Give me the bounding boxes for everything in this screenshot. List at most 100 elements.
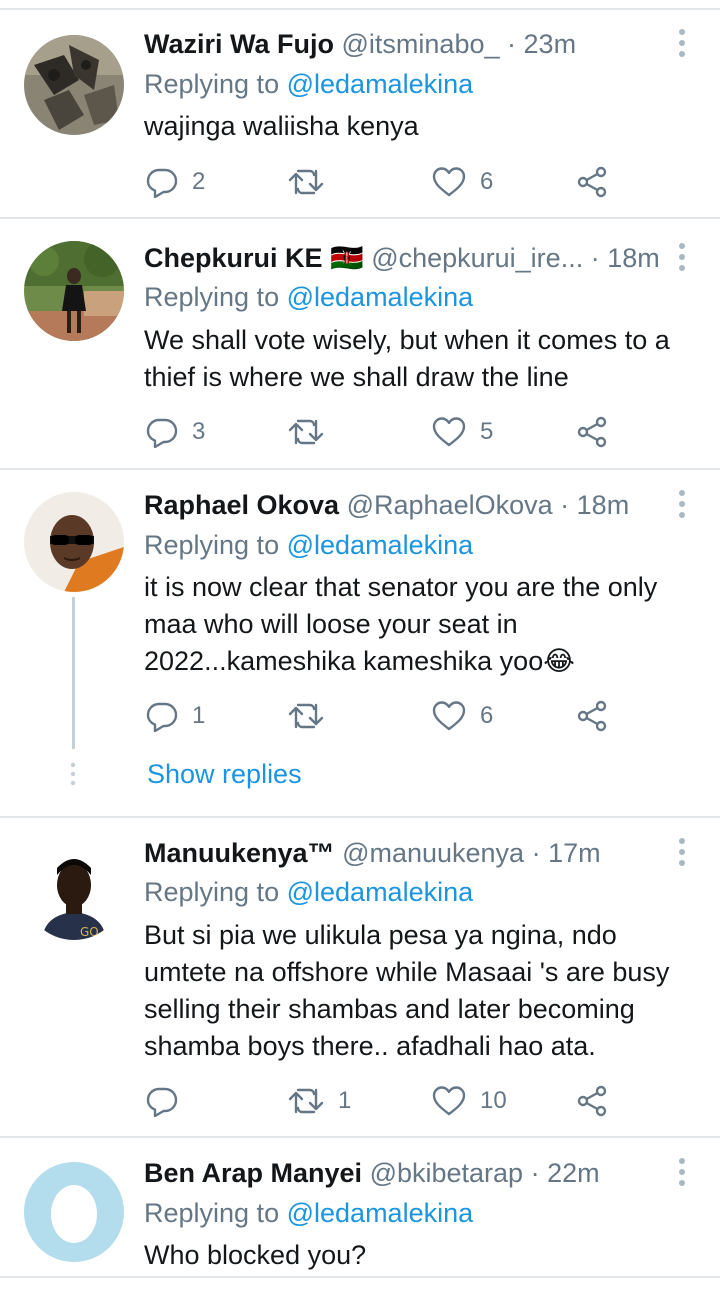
heart-icon xyxy=(432,1085,466,1117)
more-vertical-icon[interactable] xyxy=(670,238,694,278)
user-handle[interactable]: @itsminabo_ xyxy=(342,29,500,59)
user-handle[interactable]: @chepkurui_ire... xyxy=(371,243,583,273)
share-icon xyxy=(577,1085,607,1117)
retweet-icon xyxy=(288,1085,324,1117)
share-icon xyxy=(577,700,607,732)
mention-link[interactable]: @ledamalekina xyxy=(287,282,474,312)
show-replies-link[interactable]: Show replies xyxy=(147,756,302,792)
reply-icon xyxy=(146,166,178,198)
tweet-card[interactable]: GO Manuukenya™ @manuukenya · 17m Replyin… xyxy=(0,818,720,1136)
retweet-button[interactable]: 1 xyxy=(288,1081,351,1121)
share-button[interactable] xyxy=(577,696,607,736)
display-name[interactable]: Raphael Okova xyxy=(144,490,339,520)
tweet-actions: 1 6 xyxy=(0,696,720,736)
heart-icon xyxy=(432,166,466,198)
separator-dot: · xyxy=(530,1158,540,1188)
mention-link[interactable]: @ledamalekina xyxy=(287,1198,474,1228)
like-count: 6 xyxy=(480,702,494,729)
more-vertical-icon[interactable] xyxy=(670,833,694,873)
avatar[interactable]: GO xyxy=(24,840,124,940)
like-button[interactable]: 10 xyxy=(432,1081,507,1121)
tweet-text: wajinga waliisha kenya xyxy=(144,111,419,141)
retweet-icon xyxy=(288,416,324,448)
avatar-image: GO xyxy=(24,840,124,940)
reply-count: 2 xyxy=(192,168,206,195)
avatar-image xyxy=(24,492,124,592)
separator-dot: · xyxy=(590,243,600,273)
reply-button[interactable]: 1 xyxy=(146,696,205,736)
user-handle[interactable]: @RaphaelOkova xyxy=(347,490,553,520)
mention-link[interactable]: @ledamalekina xyxy=(287,530,474,560)
tweet-card[interactable]: Waziri Wa Fujo @itsminabo_ · 23m Replyin… xyxy=(0,0,720,218)
heart-icon xyxy=(432,700,466,732)
more-vertical-icon[interactable] xyxy=(670,485,694,525)
display-name[interactable]: Manuukenya™ xyxy=(144,838,335,868)
replying-to: Replying to @ledamalekina xyxy=(144,66,473,102)
reply-icon xyxy=(146,700,178,732)
share-button[interactable] xyxy=(577,162,607,202)
share-button[interactable] xyxy=(577,1081,607,1121)
replying-to: Replying to @ledamalekina xyxy=(144,527,473,563)
display-name[interactable]: Chepkurui KE xyxy=(144,243,323,273)
reply-button[interactable] xyxy=(146,1081,192,1121)
thread-more-dots-icon xyxy=(68,762,78,786)
tweet-actions: 2 6 xyxy=(0,162,720,202)
retweet-count: 1 xyxy=(338,1087,352,1114)
user-handle[interactable]: @manuukenya xyxy=(342,838,524,868)
more-vertical-icon[interactable] xyxy=(670,1153,694,1193)
avatar[interactable] xyxy=(24,241,124,341)
divider xyxy=(0,1276,720,1278)
reply-button[interactable]: 3 xyxy=(146,412,205,452)
replying-to-label: Replying to xyxy=(144,69,280,99)
like-count: 5 xyxy=(480,418,494,445)
tweet-header: Ben Arap Manyei @bkibetarap · 22m xyxy=(144,1155,660,1191)
reply-icon xyxy=(146,416,178,448)
replying-to: Replying to @ledamalekina xyxy=(144,874,473,910)
share-button[interactable] xyxy=(577,412,607,452)
replying-to-label: Replying to xyxy=(144,1198,280,1228)
tweet-header: Manuukenya™ @manuukenya · 17m xyxy=(144,835,660,871)
replying-to: Replying to @ledamalekina xyxy=(144,279,473,315)
separator-dot: · xyxy=(531,838,541,868)
avatar[interactable] xyxy=(24,1162,124,1262)
replying-to-label: Replying to xyxy=(144,530,280,560)
timestamp[interactable]: 23m xyxy=(524,29,577,59)
display-name[interactable]: Waziri Wa Fujo xyxy=(144,29,334,59)
retweet-button[interactable] xyxy=(288,412,338,452)
display-name[interactable]: Ben Arap Manyei xyxy=(144,1158,362,1188)
retweet-icon xyxy=(288,700,324,732)
reply-icon xyxy=(146,1085,178,1117)
flag-emoji: 🇰🇪 xyxy=(330,243,364,273)
avatar[interactable] xyxy=(24,492,124,592)
user-handle[interactable]: @bkibetarap xyxy=(370,1158,524,1188)
reply-button[interactable]: 2 xyxy=(146,162,205,202)
replying-to-label: Replying to xyxy=(144,282,280,312)
tweet-card[interactable]: Ben Arap Manyei @bkibetarap · 22m Replyi… xyxy=(0,1138,720,1278)
timestamp[interactable]: 17m xyxy=(548,838,601,868)
like-button[interactable]: 5 xyxy=(432,412,493,452)
replying-to: Replying to @ledamalekina xyxy=(144,1195,473,1231)
reply-count: 1 xyxy=(192,702,206,729)
timestamp[interactable]: 18m xyxy=(607,243,660,273)
tweet-card[interactable]: Raphael Okova @RaphaelOkova · 18m Replyi… xyxy=(0,470,720,816)
mention-link[interactable]: @ledamalekina xyxy=(287,69,474,99)
avatar[interactable] xyxy=(24,35,124,135)
tweet-text: We shall vote wisely, but when it comes … xyxy=(144,325,670,392)
retweet-icon xyxy=(288,166,324,198)
like-button[interactable]: 6 xyxy=(432,162,493,202)
mention-link[interactable]: @ledamalekina xyxy=(287,877,474,907)
avatar-image xyxy=(24,241,124,341)
tweet-actions: 3 5 xyxy=(0,412,720,452)
tweet-actions: 1 10 xyxy=(0,1081,720,1121)
more-vertical-icon[interactable] xyxy=(670,24,694,64)
retweet-button[interactable] xyxy=(288,162,338,202)
retweet-button[interactable] xyxy=(288,696,338,736)
replying-to-label: Replying to xyxy=(144,877,280,907)
timestamp[interactable]: 22m xyxy=(547,1158,600,1188)
like-button[interactable]: 6 xyxy=(432,696,493,736)
tweet-header: Raphael Okova @RaphaelOkova · 18m xyxy=(144,487,660,523)
tweet-header: Chepkurui KE 🇰🇪 @chepkurui_ire... · 18m xyxy=(144,240,660,276)
tweet-card[interactable]: Chepkurui KE 🇰🇪 @chepkurui_ire... · 18m … xyxy=(0,218,720,468)
share-icon xyxy=(577,416,607,448)
timestamp[interactable]: 18m xyxy=(577,490,630,520)
